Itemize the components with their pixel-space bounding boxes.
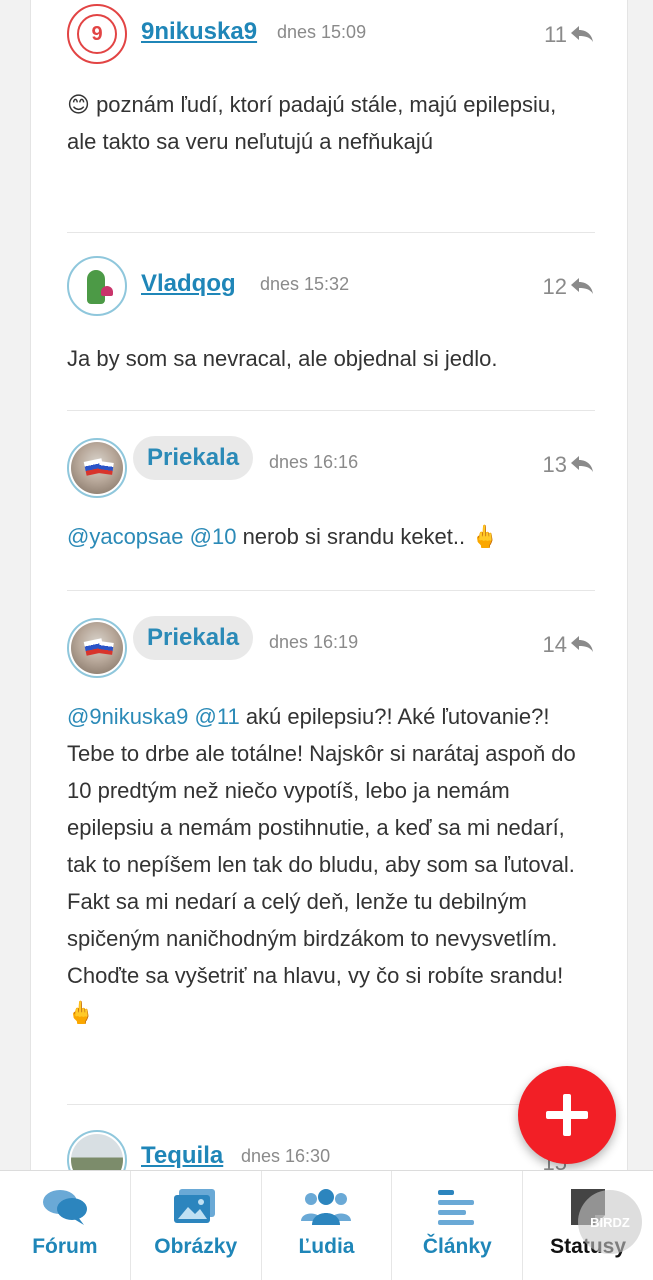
comment-number: 12 bbox=[542, 274, 567, 299]
nav-label: Obrázky bbox=[154, 1235, 238, 1258]
avatar[interactable] bbox=[67, 618, 127, 678]
avatar[interactable]: 9 bbox=[67, 4, 127, 64]
avatar[interactable] bbox=[67, 438, 127, 498]
photo-avatar-image bbox=[71, 1134, 123, 1170]
comment-number: 13 bbox=[542, 452, 567, 477]
comment-text: @9nikuska9 @11 akú epilepsiu?! Aké ľutov… bbox=[67, 704, 576, 1025]
mention-comment-link[interactable]: @11 bbox=[195, 704, 240, 729]
add-post-button[interactable] bbox=[518, 1066, 616, 1164]
divider bbox=[67, 590, 595, 591]
comment-time: dnes 16:30 bbox=[241, 1146, 331, 1166]
images-icon bbox=[173, 1189, 215, 1223]
nav-label: Články bbox=[422, 1235, 492, 1258]
nav-item-articles[interactable]: Články bbox=[391, 1171, 522, 1280]
comment-11: 9 9nikuska9 dnes 15:09 11 😊 poznám ľudí,… bbox=[67, 0, 595, 230]
avatar[interactable] bbox=[67, 256, 127, 316]
avatar-badge: 9 bbox=[77, 14, 117, 54]
smiling-emoji-icon: 😊 bbox=[67, 92, 90, 117]
articles-icon bbox=[438, 1190, 475, 1225]
comment-text: @yacopsae @10 nerob si srandu keket.. 🖕 bbox=[67, 524, 499, 549]
username-link[interactable]: Priekala bbox=[133, 616, 254, 660]
middle-finger-emoji-icon: 🖕 bbox=[67, 1000, 95, 1025]
mention-user-link[interactable]: @9nikuska9 bbox=[67, 704, 188, 729]
comments-card: 9 9nikuska9 dnes 15:09 11 😊 poznám ľudí,… bbox=[30, 0, 628, 1170]
username-link[interactable]: Tequila bbox=[141, 1142, 223, 1170]
nav-item-images[interactable]: Obrázky bbox=[129, 1171, 261, 1280]
comment-text: 😊 poznám ľudí, ktorí padajú stále, majú … bbox=[67, 92, 557, 154]
reply-icon[interactable] bbox=[569, 634, 595, 654]
photo-avatar-image bbox=[71, 442, 123, 494]
comment-time: dnes 16:16 bbox=[269, 452, 359, 472]
divider bbox=[67, 410, 595, 411]
avatar[interactable] bbox=[67, 1130, 127, 1170]
comment-12: Vladqog dnes 15:32 12 Ja by som sa nevra… bbox=[67, 252, 595, 408]
people-icon bbox=[301, 1189, 352, 1225]
nav-label: Ľudia bbox=[298, 1235, 355, 1258]
birdz-watermark: BIRDZ bbox=[578, 1190, 642, 1254]
comment-time: dnes 15:32 bbox=[260, 274, 350, 294]
chat-bubbles-icon bbox=[42, 1190, 87, 1225]
comment-text: Ja by som sa nevracal, ale objednal si j… bbox=[67, 346, 498, 371]
comment-13: Priekala dnes 16:16 13 @yacopsae @10 ner… bbox=[67, 432, 595, 588]
nav-item-forum[interactable]: Fórum bbox=[0, 1171, 130, 1280]
nav-item-people[interactable]: Ľudia bbox=[260, 1171, 392, 1280]
username-link[interactable]: 9nikuska9 bbox=[141, 18, 257, 46]
reply-icon[interactable] bbox=[569, 276, 595, 296]
nav-label: Fórum bbox=[32, 1235, 98, 1258]
photo-avatar-image bbox=[71, 622, 123, 674]
plus-icon bbox=[546, 1094, 588, 1136]
comment-14: Priekala dnes 16:19 14 @9nikuska9 @11 ak… bbox=[67, 612, 595, 1102]
reply-icon[interactable] bbox=[569, 24, 595, 44]
mention-comment-link[interactable]: @10 bbox=[190, 524, 237, 549]
username-link[interactable]: Priekala bbox=[133, 436, 254, 480]
bottom-navigation: Fórum Obrázky Ľudia Články Statusy bbox=[0, 1170, 653, 1280]
username-link[interactable]: Vladqog bbox=[141, 270, 236, 298]
comment-time: dnes 16:19 bbox=[269, 632, 359, 652]
divider bbox=[67, 1104, 595, 1105]
mention-user-link[interactable]: @yacopsae bbox=[67, 524, 184, 549]
comment-number: 11 bbox=[544, 22, 567, 47]
cartoon-avatar-image bbox=[71, 260, 123, 312]
divider bbox=[67, 232, 595, 233]
reply-icon[interactable] bbox=[569, 454, 595, 474]
comment-15: Tequila dnes 16:30 15 bbox=[67, 1128, 595, 1170]
comment-number: 14 bbox=[542, 632, 567, 657]
middle-finger-emoji-icon: 🖕 bbox=[471, 524, 499, 549]
comment-time: dnes 15:09 bbox=[277, 22, 367, 42]
